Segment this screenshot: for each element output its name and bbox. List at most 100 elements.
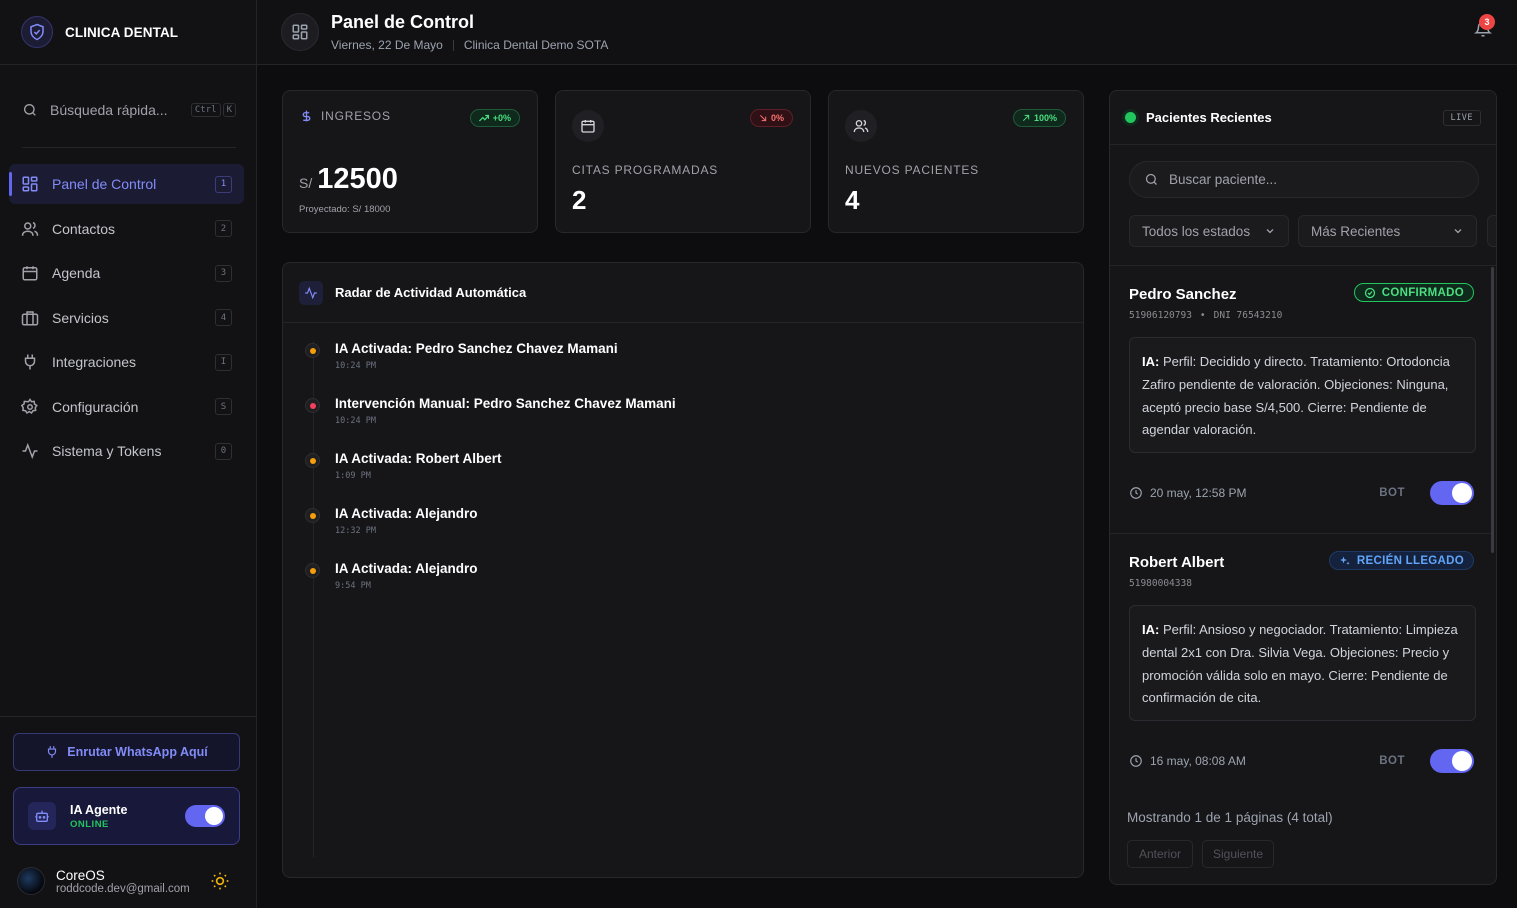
ai-agent-card: IA Agente ONLINE	[13, 787, 240, 845]
meta-separator: •	[1199, 310, 1206, 321]
appointments-change: 0%	[770, 113, 784, 123]
live-indicator	[1125, 112, 1136, 123]
sidebar-item-label: Integraciones	[52, 354, 137, 370]
patient-dni: DNI 76543210	[1213, 310, 1283, 321]
income-value: 12500	[317, 163, 398, 195]
more-filter-select[interactable]	[1487, 215, 1496, 247]
sidebar-item-configuracion[interactable]: Configuración S	[9, 387, 244, 427]
avatar	[17, 867, 45, 895]
shortcut-badge: 1	[215, 175, 232, 193]
trend-up-icon	[478, 114, 489, 122]
shortcut-keys: Ctrl K	[190, 103, 236, 117]
brand[interactable]: CLINICA DENTAL	[0, 0, 256, 65]
calendar-icon	[572, 110, 604, 142]
calendar-icon	[21, 264, 39, 282]
sort-value: Más Recientes	[1311, 223, 1401, 239]
sidebar-item-integraciones[interactable]: Integraciones I	[9, 342, 244, 382]
top-header: Panel de Control Viernes, 22 De Mayo Cli…	[257, 0, 1517, 65]
user-profile[interactable]: CoreOS roddcode.dev@gmail.com	[17, 861, 230, 901]
status-text: CONFIRMADO	[1381, 286, 1464, 299]
new-patients-change: 100%	[1033, 113, 1057, 123]
patient-search-input[interactable]	[1169, 172, 1449, 187]
status-filter-select[interactable]: Todos los estados	[1129, 215, 1289, 247]
event-time: 1:09 PM	[335, 471, 371, 481]
currency: S/	[299, 175, 313, 191]
trend-down-icon	[759, 114, 767, 122]
income-label: INGRESOS	[321, 109, 391, 123]
page-subtitle: Viernes, 22 De Mayo Clinica Dental Demo …	[331, 38, 608, 52]
patient-meta: 51906120793 • DNI 76543210	[1129, 310, 1282, 321]
grid-icon	[21, 175, 39, 193]
sidebar-item-panel[interactable]: Panel de Control 1	[9, 164, 244, 204]
live-badge: LIVE	[1442, 109, 1481, 126]
patient-phone: 51980004338	[1129, 578, 1192, 589]
income-change: +0%	[492, 113, 511, 123]
patients-title: Pacientes Recientes	[1146, 110, 1272, 125]
appointments-label: CITAS PROGRAMADAS	[572, 163, 719, 177]
agent-toggle[interactable]	[185, 805, 225, 827]
patient-name: Robert Albert	[1129, 554, 1225, 571]
pagination-info: Mostrando 1 de 1 páginas (4 total)	[1127, 810, 1333, 825]
check-circle-icon	[1364, 287, 1376, 299]
new-patients-card: 100% NUEVOS PACIENTES 4	[828, 90, 1084, 233]
current-date: Viernes, 22 De Mayo	[331, 38, 443, 52]
income-change-badge: +0%	[469, 109, 520, 127]
sidebar-item-sistema[interactable]: Sistema y Tokens 0	[9, 431, 244, 471]
sidebar-item-contactos[interactable]: Contactos 2	[9, 209, 244, 249]
event-title: IA Activada: Robert Albert	[335, 451, 502, 466]
patient-meta: 51980004338	[1129, 578, 1192, 589]
timeline-line	[313, 341, 314, 857]
patient-phone: 51906120793	[1129, 310, 1192, 321]
shortcut-badge: 0	[215, 442, 232, 460]
patient-list-scrollbar[interactable]	[1491, 267, 1494, 553]
shortcut-badge: I	[215, 353, 232, 371]
kbd-ctrl: Ctrl	[190, 103, 221, 117]
sidebar-item-label: Sistema y Tokens	[52, 443, 162, 459]
dollar-icon	[300, 108, 313, 124]
prev-page-button[interactable]: Anterior	[1127, 840, 1193, 868]
recent-patients-panel: Pacientes Recientes LIVE Todos los estad…	[1109, 90, 1497, 885]
appointments-card: 0% CITAS PROGRAMADAS 2	[555, 90, 811, 233]
event-dot	[305, 398, 320, 413]
sort-select[interactable]: Más Recientes	[1298, 215, 1477, 247]
chevron-down-icon	[1264, 225, 1276, 237]
clinic-name: Clinica Dental Demo SOTA	[463, 38, 609, 52]
sidebar-item-agenda[interactable]: Agenda 3	[9, 253, 244, 293]
patient-list: Pedro Sanchez CONFIRMADO 51906120793 • D…	[1110, 265, 1496, 793]
quick-search[interactable]: Búsqueda rápida... Ctrl K	[22, 96, 236, 124]
grid-icon	[281, 13, 319, 51]
next-page-button[interactable]: Siguiente	[1202, 840, 1274, 868]
sparkles-icon	[1339, 555, 1351, 567]
event-dot	[305, 508, 320, 523]
briefcase-icon	[21, 309, 39, 327]
patient-date: 16 may, 08:08 AM	[1150, 754, 1246, 768]
plug-icon	[21, 353, 39, 371]
sun-icon[interactable]	[210, 871, 230, 891]
event-time: 9:54 PM	[335, 581, 371, 591]
appointments-value: 2	[572, 185, 587, 215]
ai-summary-text: Perfil: Ansioso y negociador. Tratamient…	[1142, 622, 1458, 706]
quick-search-placeholder: Búsqueda rápida...	[50, 102, 168, 118]
event-dot	[305, 453, 320, 468]
new-patients-label: NUEVOS PACIENTES	[845, 163, 979, 177]
patient-search[interactable]	[1129, 161, 1479, 198]
radar-title: Radar de Actividad Automática	[335, 285, 527, 300]
plug-icon	[45, 745, 59, 759]
income-projected: Proyectado: S/ 18000	[299, 204, 391, 215]
sidebar-item-label: Configuración	[52, 398, 139, 415]
patient-card[interactable]: Pedro Sanchez CONFIRMADO 51906120793 • D…	[1110, 266, 1494, 534]
sidebar-item-servicios[interactable]: Servicios 4	[9, 298, 244, 338]
sidebar-item-label: Servicios	[52, 309, 109, 326]
event-title: IA Activada: Alejandro	[335, 561, 478, 576]
bot-toggle[interactable]	[1430, 749, 1474, 773]
bot-label: BOT	[1379, 755, 1405, 767]
whatsapp-route-label: Enrutar WhatsApp Aquí	[67, 745, 208, 759]
patient-card[interactable]: Robert Albert RECIÉN LLEGADO 51980004338…	[1110, 534, 1494, 793]
ai-label: IA:	[1142, 354, 1160, 369]
sidebar-nav: Panel de Control 1 Contactos 2 Agenda 3 …	[9, 164, 244, 476]
whatsapp-route-button[interactable]: Enrutar WhatsApp Aquí	[13, 733, 240, 771]
ai-summary: IA: Perfil: Decidido y directo. Tratamie…	[1129, 337, 1476, 453]
agent-status: ONLINE	[70, 818, 109, 830]
event-dot	[305, 563, 320, 578]
bot-toggle[interactable]	[1430, 481, 1474, 505]
